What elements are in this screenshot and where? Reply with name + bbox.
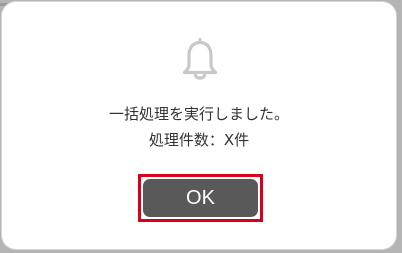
ok-button[interactable]: OK — [143, 179, 258, 217]
message-text: 一括処理を実行しました。 — [108, 105, 289, 123]
bell-icon — [182, 38, 218, 80]
processed-count-text: 処理件数：X件 — [148, 131, 250, 149]
